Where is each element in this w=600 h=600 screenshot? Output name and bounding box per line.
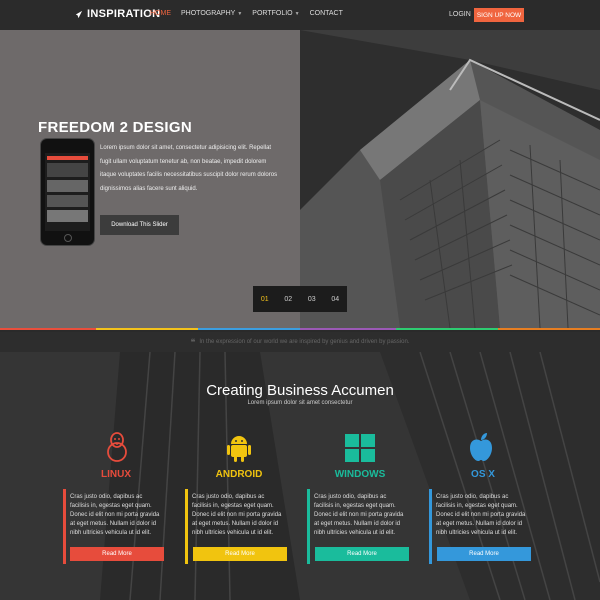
platform-text-linux: Cras justo odio, dapibus ac facilisis in… — [70, 494, 160, 536]
features-title: Creating Business Accumen — [206, 382, 394, 399]
screen-banner — [47, 163, 88, 177]
menu-item-label: PORTFOLIO — [252, 10, 293, 17]
rainbow-divider-bottom — [0, 328, 600, 330]
screen-thumb-row — [47, 180, 88, 192]
platform-text-osx: Cras justo odio, dapibus ac facilisis in… — [436, 494, 526, 536]
slide-dot-02[interactable]: 02 — [284, 296, 292, 303]
quote-text: In the expression of our world we are in… — [199, 339, 410, 345]
menu-item-label: HOME — [150, 10, 171, 17]
hero-slider: FREEDOM 2 DESIGN Lorem ipsum dolor sit a… — [0, 30, 600, 328]
hero-title: FREEDOM 2 DESIGN — [38, 119, 192, 136]
features-subtitle: Lorem ipsum dolor sit amet consectetur — [247, 400, 353, 406]
screen-header — [47, 156, 88, 160]
download-slider-button[interactable]: Download This Slider — [100, 215, 179, 235]
linux-icon — [107, 432, 127, 462]
phone-mockup — [40, 138, 95, 246]
menu-item-home[interactable]: HOME — [150, 10, 171, 17]
phone-screen — [45, 153, 90, 231]
login-link[interactable]: LOGIN — [449, 11, 471, 18]
accent-bar-linux — [63, 489, 66, 564]
slider-pager: 01 02 03 04 — [253, 286, 347, 312]
skyscraper-graphic — [300, 30, 600, 328]
slide-dot-04[interactable]: 04 — [331, 296, 339, 303]
android-icon — [227, 436, 251, 462]
windows-icon — [345, 434, 375, 462]
caret-down-icon: ▼ — [237, 10, 243, 17]
slide-dot-01[interactable]: 01 — [261, 296, 269, 303]
accent-bar-osx — [429, 489, 432, 564]
read-more-osx-button[interactable]: Read More — [437, 547, 531, 561]
platform-name-windows: WINDOWS — [334, 469, 386, 480]
accent-bar-windows — [307, 489, 310, 564]
top-navbar: INSPIRATION HOME PHOTOGRAPHY ▼ PORTFOLIO ▼… — [0, 0, 600, 30]
platform-name-android: ANDROID — [215, 469, 263, 480]
apple-icon — [470, 433, 492, 461]
read-more-android-button[interactable]: Read More — [193, 547, 287, 561]
read-more-windows-button[interactable]: Read More — [315, 547, 409, 561]
main-menu: HOME PHOTOGRAPHY ▼ PORTFOLIO ▼ CONTACT — [150, 10, 343, 17]
platform-text-android: Cras justo odio, dapibus ac facilisis in… — [192, 494, 282, 536]
quote-icon: ❝ — [190, 336, 196, 347]
rocket-icon — [75, 10, 83, 18]
menu-item-photography[interactable]: PHOTOGRAPHY ▼ — [181, 10, 242, 17]
menu-item-label: CONTACT — [309, 10, 343, 17]
read-more-linux-button[interactable]: Read More — [70, 547, 164, 561]
platform-name-linux: LINUX — [101, 469, 131, 480]
brand-logo[interactable]: INSPIRATION — [74, 8, 160, 20]
menu-item-contact[interactable]: CONTACT — [310, 10, 343, 17]
menu-item-label: PHOTOGRAPHY — [181, 10, 236, 17]
caret-down-icon: ▼ — [294, 10, 300, 17]
features-section: Creating Business Accumen Lorem ipsum do… — [0, 352, 600, 600]
screen-thumb-row — [47, 195, 88, 207]
accent-bar-android — [185, 489, 188, 564]
platform-text-windows: Cras justo odio, dapibus ac facilisis in… — [314, 494, 404, 536]
slide-dot-03[interactable]: 03 — [308, 296, 316, 303]
quote-strip: ❝ In the expression of our world we are … — [0, 332, 600, 352]
screen-thumb-row — [47, 210, 88, 222]
hero-building-image — [300, 30, 600, 328]
platform-name-osx: OS X — [471, 469, 495, 480]
phone-home-button — [64, 234, 72, 242]
signup-button[interactable]: SIGN UP NOW — [474, 8, 524, 22]
hero-description: Lorem ipsum dolor sit amet, consectetur … — [100, 145, 278, 192]
menu-item-portfolio[interactable]: PORTFOLIO ▼ — [252, 10, 299, 17]
